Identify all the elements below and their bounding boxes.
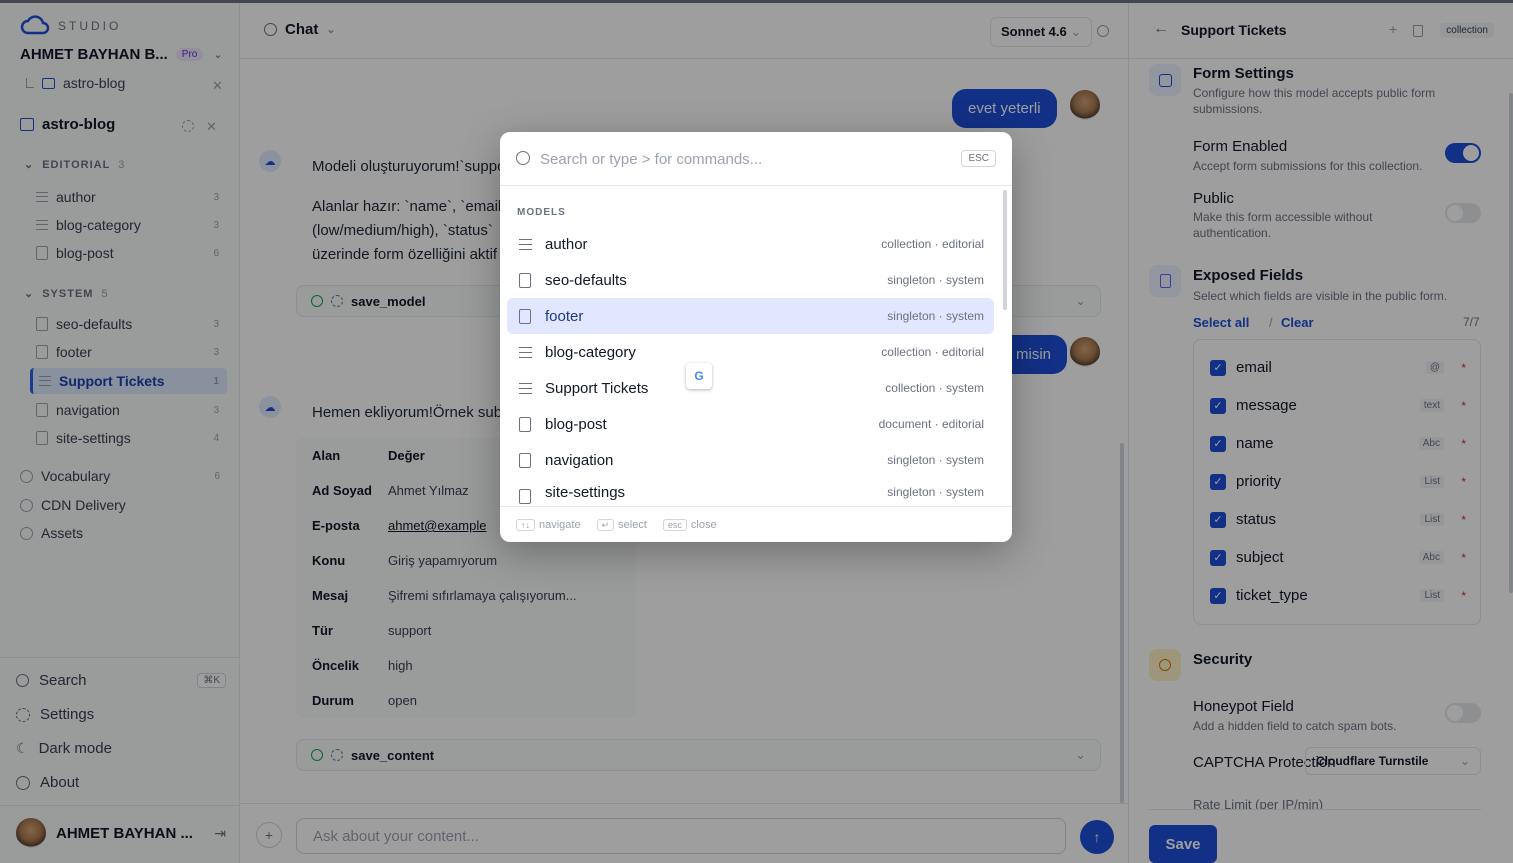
key-badge: ↵ xyxy=(596,518,615,531)
document-icon xyxy=(519,453,531,468)
key-badge: esc xyxy=(662,518,687,531)
key-badge: ↑↓ xyxy=(516,518,535,531)
document-icon xyxy=(519,417,531,432)
item-label: site-settings xyxy=(545,483,626,501)
palette-item-footer[interactable]: footer singleton · system xyxy=(507,298,994,334)
hint-select: ↵ select xyxy=(596,518,647,531)
item-label: blog-post xyxy=(545,415,607,433)
item-label: navigation xyxy=(545,451,614,469)
palette-item-blog-category[interactable]: blog-category collection · editorial xyxy=(507,334,994,370)
palette-item-author[interactable]: author collection · editorial xyxy=(507,226,994,262)
item-meta: document · editorial xyxy=(878,417,984,431)
palette-scrollbar[interactable] xyxy=(1003,190,1007,310)
list-icon xyxy=(519,347,532,358)
item-meta: singleton · system xyxy=(887,273,984,287)
item-label: author xyxy=(545,235,588,253)
item-meta: singleton · system xyxy=(887,485,984,499)
translate-extension-icon[interactable]: G xyxy=(686,363,712,389)
palette-search-input[interactable] xyxy=(540,146,940,172)
hint-navigate: ↑↓ navigate xyxy=(516,518,581,531)
document-icon xyxy=(519,273,531,288)
palette-item-support-tickets[interactable]: Support Tickets collection · system xyxy=(507,370,994,406)
item-meta: collection · editorial xyxy=(881,345,984,359)
command-palette: ESC MODELS authorcollection · editorial … xyxy=(500,132,1012,542)
hint-label: select xyxy=(618,518,647,531)
palette-item-site-settings[interactable]: site-settings singleton · system xyxy=(507,478,994,506)
item-meta: singleton · system xyxy=(887,453,984,467)
palette-footer: ↑↓ navigate ↵ select esc close xyxy=(500,506,1012,542)
item-meta: singleton · system xyxy=(887,309,984,323)
hint-label: navigate xyxy=(539,518,581,531)
item-meta: collection · editorial xyxy=(881,237,984,251)
item-meta: collection · system xyxy=(885,381,984,395)
palette-section-label: MODELS xyxy=(517,207,566,218)
palette-item-seo-defaults[interactable]: seo-defaults singleton · system xyxy=(507,262,994,298)
document-icon xyxy=(519,489,531,504)
palette-item-navigation[interactable]: navigation singleton · system xyxy=(507,442,994,478)
escape-key-badge[interactable]: ESC xyxy=(961,150,996,167)
list-icon xyxy=(519,239,532,250)
item-label: footer xyxy=(545,307,584,325)
list-icon xyxy=(519,383,532,394)
hint-close: esc close xyxy=(662,518,717,531)
palette-item-blog-post[interactable]: blog-post document · editorial xyxy=(507,406,994,442)
hint-label: close xyxy=(690,518,717,531)
document-icon xyxy=(519,309,531,324)
item-label: seo-defaults xyxy=(545,271,627,289)
palette-search: ESC xyxy=(500,132,1012,186)
item-label: blog-category xyxy=(545,343,636,361)
item-label: Support Tickets xyxy=(545,379,649,397)
search-icon xyxy=(516,151,530,165)
